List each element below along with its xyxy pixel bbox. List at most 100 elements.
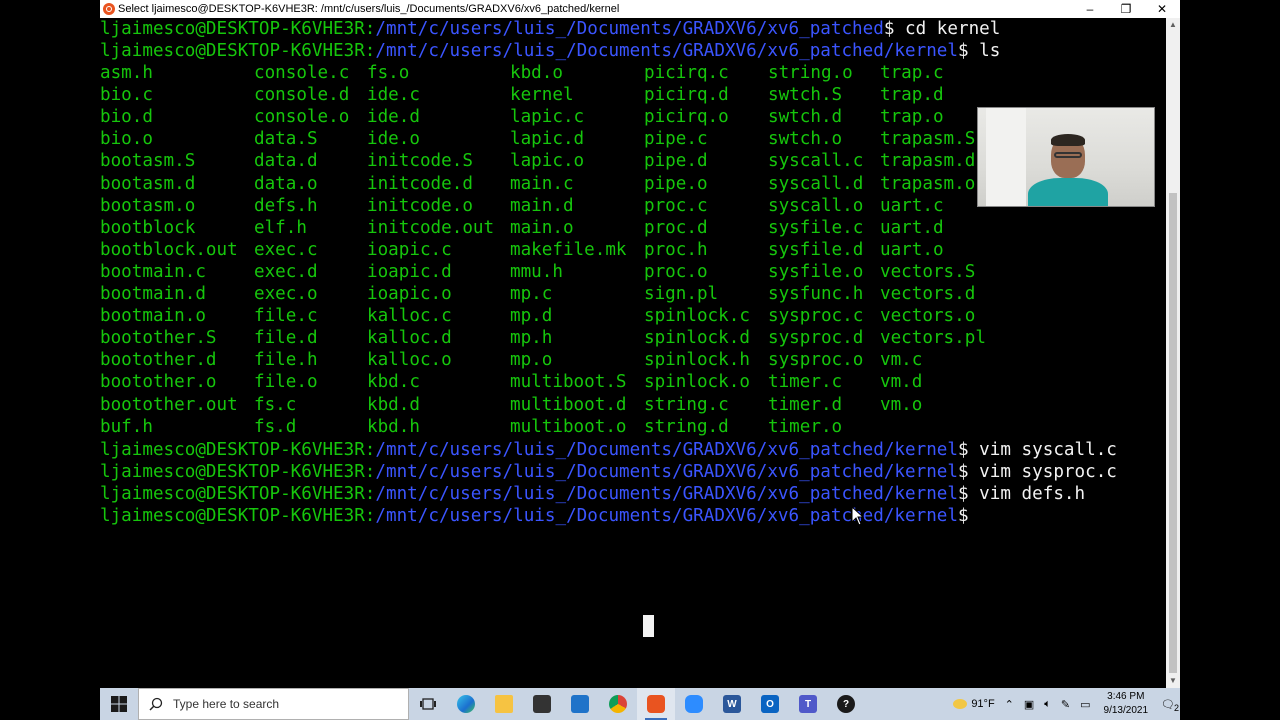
minimize-button[interactable]: – <box>1072 0 1108 18</box>
ls-file-entry: initcode.S <box>367 151 473 172</box>
ls-file-entry: pipe.d <box>644 151 708 172</box>
keyboard-icon: ▭ <box>1080 698 1091 711</box>
show-hidden-icons-button[interactable]: ⌃ <box>1000 688 1019 720</box>
ls-file-entry: kalloc.d <box>367 328 452 349</box>
ls-file-entry: lapic.c <box>510 107 585 128</box>
ls-file-entry: sysfunc.h <box>768 284 864 304</box>
keyboard-button[interactable]: ▭ <box>1075 688 1095 720</box>
help-icon: ? <box>837 695 855 713</box>
ls-file-entry: pipe.o <box>644 173 708 194</box>
search-input[interactable] <box>171 696 395 712</box>
notifications-button[interactable]: 🗨︎ 2 <box>1156 688 1180 720</box>
background-door <box>986 108 1026 206</box>
prompt-user: ljaimesco@DESKTOP-K6VHE3R: <box>100 41 376 61</box>
prompt-user: ljaimesco@DESKTOP-K6VHE3R: <box>100 506 376 526</box>
ls-file-entry: pipe.c <box>644 129 708 150</box>
task-view-button[interactable] <box>409 688 447 720</box>
ls-file-entry: bootblock.out <box>100 239 238 260</box>
zoom-button[interactable] <box>675 688 713 720</box>
ls-file-entry: trap.c <box>880 63 944 83</box>
help-button[interactable]: ? <box>827 688 865 720</box>
prompt-path: /mnt/c/users/luis_/Documents/GRADXV6/xv6… <box>375 41 958 61</box>
ubuntu-icon <box>103 3 115 15</box>
window-title-bar[interactable]: Select ljaimesco@DESKTOP-K6VHE3R: /mnt/c… <box>100 0 1180 18</box>
taskbar: W O T ? 91°F ⌃ ▣ 🔈︎ ✎ ▭ 3:46 PM 9/13/2021… <box>100 688 1180 720</box>
ls-file-entry: ioapic.c <box>367 239 452 260</box>
ls-file-entry: file.h <box>254 350 318 371</box>
ls-file-entry: kalloc.c <box>367 306 452 327</box>
ls-file-entry: bootother.d <box>100 350 217 371</box>
clock[interactable]: 3:46 PM 9/13/2021 <box>1096 690 1157 718</box>
ls-file-entry: spinlock.o <box>644 372 750 393</box>
volume-button[interactable]: 🔈︎ <box>1039 688 1056 720</box>
scrollbar-thumb[interactable] <box>1169 193 1177 673</box>
ls-file-entry: vm.d <box>880 372 923 393</box>
word-icon: W <box>723 695 741 713</box>
ls-file-entry: asm.h <box>100 63 153 83</box>
ls-file-entry: sysfile.c <box>768 217 864 238</box>
ls-file-entry: bootother.S <box>100 328 217 349</box>
maximize-button[interactable]: ❐ <box>1108 0 1144 18</box>
ls-file-entry: file.d <box>254 328 318 349</box>
scroll-up-arrow-icon[interactable]: ▲ <box>1166 18 1180 32</box>
ls-file-entry: file.c <box>254 306 318 327</box>
edge-icon <box>457 695 475 713</box>
ls-file-entry: bootasm.S <box>100 151 196 172</box>
ls-file-entry: bootother.out <box>100 394 238 415</box>
window-title: Select ljaimesco@DESKTOP-K6VHE3R: /mnt/c… <box>118 3 620 15</box>
teams-button[interactable]: T <box>789 688 827 720</box>
folder-icon <box>495 695 513 713</box>
weather-widget[interactable]: 91°F <box>948 688 999 720</box>
prompt-path: /mnt/c/users/luis_/Documents/GRADXV6/xv6… <box>375 440 958 460</box>
ubuntu-icon <box>647 695 665 713</box>
zoom-icon <box>685 695 703 713</box>
command-text: $ vim syscall.c <box>958 440 1117 460</box>
close-button[interactable]: ✕ <box>1144 0 1180 18</box>
ls-file-entry: picirq.c <box>644 63 729 83</box>
ubuntu-button[interactable] <box>637 688 675 720</box>
vertical-scrollbar[interactable]: ▲ ▼ <box>1166 18 1180 688</box>
terminal-line: ljaimesco@DESKTOP-K6VHE3R:/mnt/c/users/l… <box>100 439 1117 461</box>
mail-icon <box>571 695 589 713</box>
windows-logo-icon <box>110 696 127 712</box>
scroll-down-arrow-icon[interactable]: ▼ <box>1166 674 1180 688</box>
ls-file-entry: bio.o <box>100 129 153 150</box>
ls-file-entry: lapic.d <box>510 129 585 150</box>
ls-file-entry: vectors.d <box>880 284 976 304</box>
terminal-line: ljaimesco@DESKTOP-K6VHE3R:/mnt/c/users/l… <box>100 18 1000 40</box>
clock-date: 9/13/2021 <box>1103 705 1149 716</box>
ls-file-entry: spinlock.d <box>644 328 750 349</box>
ls-file-entry: syscall.c <box>768 151 864 172</box>
mail-button[interactable] <box>561 688 599 720</box>
file-explorer-button[interactable] <box>485 688 523 720</box>
ls-file-entry: picirq.d <box>644 85 729 106</box>
pen-button[interactable]: ✎ <box>1056 688 1075 720</box>
ls-file-entry: swtch.d <box>768 107 843 128</box>
chrome-button[interactable] <box>599 688 637 720</box>
network-button[interactable]: ▣ <box>1019 688 1039 720</box>
person-shirt <box>1028 178 1108 206</box>
start-button[interactable] <box>100 688 137 720</box>
chevron-up-icon: ⌃ <box>1004 698 1014 711</box>
ls-file-entry: bootmain.o <box>100 306 206 327</box>
ls-file-entry: kernel <box>510 85 574 106</box>
store-button[interactable] <box>523 688 561 720</box>
ls-file-entry: multiboot.o <box>510 416 627 437</box>
ls-file-entry: main.o <box>510 217 574 238</box>
task-view-icon <box>420 698 436 710</box>
text-cursor <box>643 615 654 637</box>
ls-file-entry: syscall.d <box>768 173 864 194</box>
taskbar-search[interactable] <box>138 688 409 720</box>
ls-file-entry: makefile.mk <box>510 239 627 260</box>
outlook-button[interactable]: O <box>751 688 789 720</box>
ls-file-entry: proc.h <box>644 239 708 260</box>
ls-file-entry: data.d <box>254 151 318 172</box>
search-icon <box>149 697 163 711</box>
ls-file-entry: ide.d <box>367 107 420 128</box>
edge-button[interactable] <box>447 688 485 720</box>
ls-file-entry: bootasm.o <box>100 195 196 216</box>
ls-file-entry: swtch.o <box>768 129 843 150</box>
ls-file-entry: console.d <box>254 85 350 106</box>
ls-file-entry: proc.o <box>644 261 708 282</box>
word-button[interactable]: W <box>713 688 751 720</box>
